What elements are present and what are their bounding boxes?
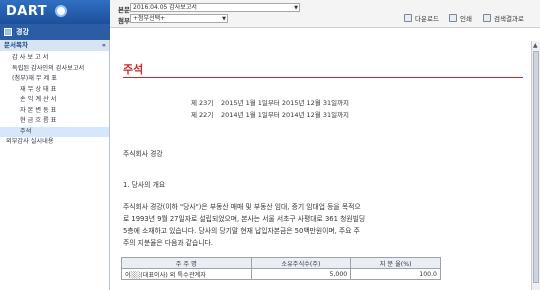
- document-viewer: 주석 제 23기 2015년 1월 1일부터 2015년 12월 31일까지 제…: [111, 41, 531, 290]
- printer-icon: [449, 14, 457, 22]
- paragraph-line: 5층에 소재하고 있습니다. 당사의 당기말 현재 납입자본금은 50백만원이며…: [123, 227, 360, 235]
- paragraph-line: 주식회사 경강(이하 "당사")은 부동산 매매 및 부동산 임대, 증기 임대…: [123, 203, 361, 211]
- toc-title: 문서목차: [4, 41, 28, 49]
- toc-item-external-audit[interactable]: 외부감사 실시내용: [0, 137, 109, 148]
- company-name: 경강: [16, 28, 29, 36]
- report-label: 본문: [118, 6, 130, 14]
- search-icon: [483, 14, 491, 22]
- paragraph-line: 주의 지분율은 다음과 같습니다.: [123, 239, 213, 247]
- chevron-down-icon: ▼: [222, 16, 226, 22]
- download-icon: [404, 14, 412, 22]
- col-shares: 소유주식수(주): [250, 257, 352, 269]
- vertical-scrollbar[interactable]: ▲: [531, 41, 540, 290]
- document-title: 주석: [123, 63, 144, 76]
- paragraph-line: 로 1993년 9월 27일자로 설립되었으며, 본사는 서울 서초구 사평대로…: [123, 215, 366, 223]
- attach-select[interactable]: +첨부선택+ ▼: [130, 14, 228, 23]
- period-1-range: 2015년 1월 1일부터 2015년 12월 31일까지: [221, 99, 350, 107]
- download-label: 다운로드: [415, 15, 439, 23]
- company-icon: [4, 28, 12, 36]
- search-results-label: 검색결과로: [494, 15, 524, 23]
- cell-shares: 5,000: [250, 268, 352, 280]
- report-select[interactable]: 2016.04.05 감사보고서 ▼: [130, 3, 300, 12]
- logo-text: DART: [6, 4, 48, 19]
- company-name-bar: 경강: [0, 24, 110, 40]
- table-header-row: 주 주 명 소유주식수(주) 지 분 율(%): [121, 257, 441, 269]
- toc-header: 문서목차 «: [0, 40, 109, 51]
- document-toc-sidebar: 문서목차 « 감 사 보 고 서 독립된 감사인의 감사보고서 (첨부)재 무 …: [0, 40, 110, 290]
- shareholder-table: 주 주 명 소유주식수(주) 지 분 율(%) 이░░(대표이사) 외 특수관계…: [121, 257, 441, 280]
- attach-select-value: +첨부선택+: [133, 15, 166, 22]
- period-2-range: 2014년 1월 1일부터 2014년 12월 31일까지: [221, 111, 350, 119]
- chevron-down-icon: ▼: [294, 5, 298, 11]
- cell-shareholder: 이░░(대표이사) 외 특수관계자: [121, 268, 252, 280]
- toc-item-equity-changes[interactable]: 자 본 변 동 표: [0, 106, 109, 117]
- period-2-label: 제 22기: [191, 111, 214, 119]
- toc-item-audit-report[interactable]: 감 사 보 고 서: [0, 53, 109, 64]
- title-divider: [123, 77, 523, 78]
- toc-item-independent-auditor[interactable]: 독립된 감사인의 감사보고서: [0, 64, 109, 75]
- section-heading: 1. 당사의 개요: [123, 181, 166, 189]
- logo-globe-icon: [55, 5, 67, 17]
- print-button[interactable]: 인쇄: [449, 13, 472, 23]
- download-button[interactable]: 다운로드: [404, 13, 439, 23]
- col-ratio: 지 분 율(%): [350, 257, 441, 269]
- report-select-value: 2016.04.05 감사보고서: [133, 4, 197, 11]
- toc-item-balance-sheet[interactable]: 재 무 상 태 표: [0, 85, 109, 96]
- toc-item-income-statement[interactable]: 손 익 계 산 서: [0, 95, 109, 106]
- collapse-sidebar-icon[interactable]: «: [102, 40, 106, 51]
- attach-label: 첨부: [118, 17, 130, 25]
- search-results-button[interactable]: 검색결과로: [483, 13, 524, 23]
- scroll-up-icon[interactable]: ▲: [533, 42, 538, 49]
- cell-ratio: 100.0: [350, 268, 441, 280]
- company-line: 주식회사 경강: [123, 150, 163, 158]
- toc-item-financial-statements[interactable]: (첨부)재 무 제 표: [0, 74, 109, 85]
- scrollbar-thumb[interactable]: [533, 51, 539, 283]
- overview-paragraph: 주식회사 경강(이하 "당사")은 부동산 매매 및 부동산 임대, 증기 임대…: [123, 201, 523, 249]
- print-label: 인쇄: [460, 15, 472, 23]
- table-row: 이░░(대표이사) 외 특수관계자 5,000 100.0: [121, 268, 441, 280]
- dart-logo[interactable]: DART: [0, 0, 110, 24]
- col-shareholder: 주 주 명: [121, 257, 252, 269]
- toc-item-cash-flow[interactable]: 현 금 흐 름 표: [0, 116, 109, 127]
- toc-item-notes[interactable]: 주석: [0, 126, 109, 137]
- period-1-label: 제 23기: [191, 99, 214, 107]
